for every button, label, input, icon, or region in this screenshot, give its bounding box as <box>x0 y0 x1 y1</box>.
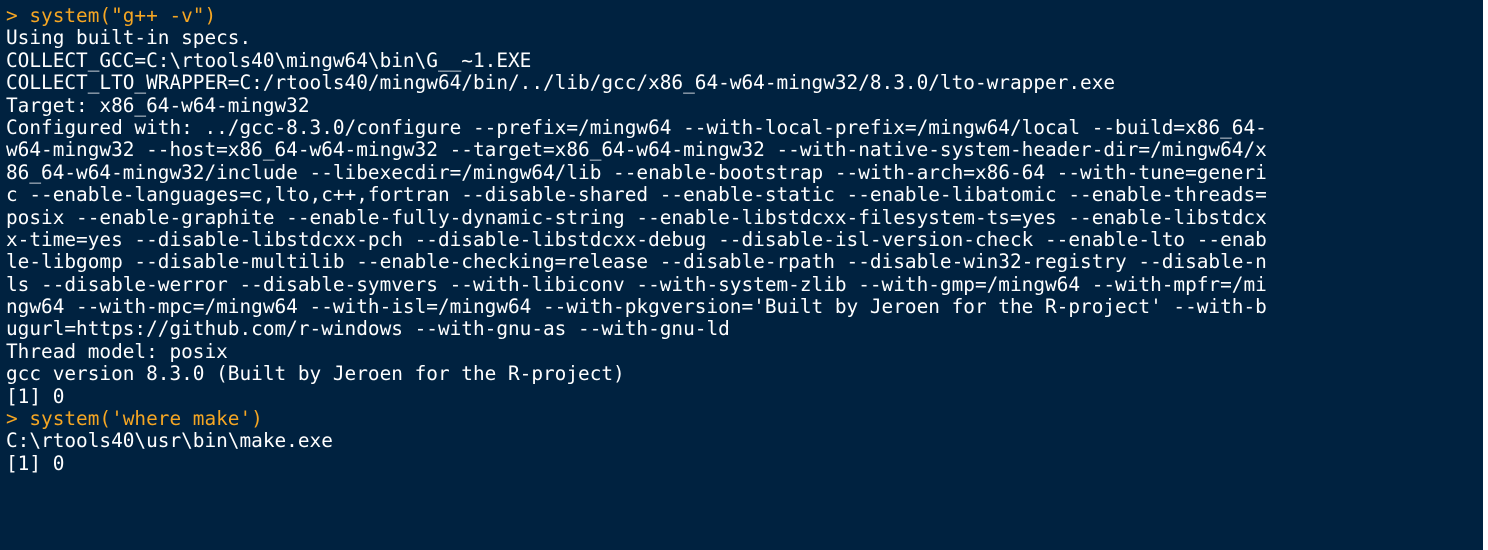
console-output-line: ugurl=https://github.com/r-windows --wit… <box>6 317 730 341</box>
console-output-line: Configured with: ../gcc-8.3.0/configure … <box>6 115 1267 139</box>
console-output-line: COLLECT_LTO_WRAPPER=C:/rtools40/mingw64/… <box>6 71 1116 95</box>
console-output-line: ngw64 --with-mpc=/mingw64 --with-isl=/mi… <box>6 295 1267 319</box>
console-output-line: C:\rtools40\usr\bin\make.exe <box>6 429 333 453</box>
console-output-line: le-libgomp --disable-multilib --enable-c… <box>6 250 1267 274</box>
console-output-line: Target: x86_64-w64-mingw32 <box>6 93 310 117</box>
console-output-line: ls --disable-werror --disable-symvers --… <box>6 272 1267 296</box>
console-output-line: posix --enable-graphite --enable-fully-d… <box>6 205 1267 229</box>
console-output-line: w64-mingw32 --host=x86_64-w64-mingw32 --… <box>6 138 1267 162</box>
console-command-line: > system("g++ -v") <box>6 4 217 27</box>
console-output-line: c --enable-languages=c,lto,c++,fortran -… <box>6 183 1267 207</box>
console-output-line: 86_64-w64-mingw32/include --libexecdir=/… <box>6 160 1267 184</box>
console-output-line: gcc version 8.3.0 (Built by Jeroen for t… <box>6 362 625 386</box>
r-console[interactable]: > system("g++ -v") Using built-in specs.… <box>0 0 1483 550</box>
console-output-line: [1] 0 <box>6 384 65 408</box>
console-output-line: Using built-in specs. <box>6 26 252 50</box>
window-edge <box>1483 0 1488 550</box>
console-output-line: Thread model: posix <box>6 339 228 363</box>
console-command-line: > system('where make') <box>6 407 263 431</box>
console-output-line: COLLECT_GCC=C:\rtools40\mingw64\bin\G__~… <box>6 48 532 72</box>
console-output-line: [1] 0 <box>6 451 65 475</box>
console-output-line: x-time=yes --disable-libstdcxx-pch --dis… <box>6 227 1267 251</box>
